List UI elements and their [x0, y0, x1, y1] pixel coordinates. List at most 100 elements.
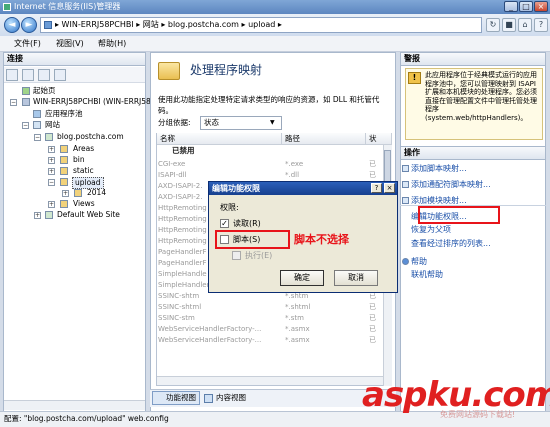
expand-server-icon[interactable]: − [10, 99, 17, 106]
grid-hscroll[interactable] [157, 376, 383, 385]
group-by-label: 分组依据: [158, 118, 191, 127]
action-help[interactable]: 帮助 [411, 256, 427, 267]
tree-item-site[interactable]: blog.postcha.com [57, 132, 124, 142]
row-path: *.shtml [285, 303, 311, 311]
column-name[interactable]: 名称 [157, 133, 282, 145]
refresh-icon[interactable]: ↻ [486, 18, 500, 32]
expand-areas-icon[interactable]: + [48, 146, 55, 153]
cancel-button[interactable]: 取消 [334, 270, 378, 286]
highlight-script [215, 230, 290, 249]
save-icon[interactable] [22, 69, 34, 81]
row-path: *.stm [285, 314, 304, 322]
expand-upload-icon[interactable]: − [48, 179, 55, 186]
alerts-title: 警报 [400, 52, 546, 66]
row-state: 已 [369, 171, 376, 179]
folder-icon [74, 189, 82, 197]
forward-button[interactable]: ► [21, 17, 37, 33]
dialog-help-button[interactable]: ? [371, 183, 382, 193]
folder-icon [60, 200, 68, 208]
globe-icon[interactable] [6, 69, 18, 81]
row-name: CGI-exe [158, 160, 186, 168]
row-name: WebServiceHandlerFactory-... [158, 336, 262, 344]
expand-static-icon[interactable]: + [48, 168, 55, 175]
add-icon [402, 197, 409, 204]
dialog-close-button[interactable]: × [384, 183, 395, 193]
expand-site-icon[interactable]: − [34, 134, 41, 141]
connections-title: 连接 [3, 52, 146, 66]
connect-icon[interactable] [38, 69, 50, 81]
warning-icon: ! [408, 72, 421, 84]
tree-item-views[interactable]: Views [73, 199, 95, 209]
group-header: 已禁用 [172, 146, 195, 155]
table-row[interactable]: WebServiceHandlerFactory-... *.asmx 已 [158, 324, 382, 335]
tree-item-sites[interactable]: 网站 [45, 120, 60, 130]
menu-help[interactable]: 帮助(H) [98, 38, 126, 50]
alert-text: 此应用程序位于经典模式运行的应用程序池中，您可以管理映射到 ISAPI 扩展和本… [425, 71, 537, 122]
tree-item-start[interactable]: 起始页 [33, 86, 56, 96]
close-button[interactable]: × [534, 1, 548, 12]
action-add-script-map[interactable]: 添加脚本映射... [411, 163, 467, 174]
tree-item-static[interactable]: static [73, 166, 94, 176]
help-circle-icon [402, 258, 409, 265]
execute-checkbox[interactable] [232, 251, 241, 260]
menu-file[interactable]: 文件(F) [14, 38, 41, 50]
add-icon [402, 165, 409, 172]
action-online-help[interactable]: 联机帮助 [411, 269, 443, 280]
table-row[interactable]: SSINC-stm *.stm 已 [158, 313, 382, 324]
tree-item-server[interactable]: WIN-ERRJ58PCHBI (WIN-ERRJ58 [33, 97, 151, 107]
table-row[interactable]: CGI-exe *.exe 已 [158, 159, 382, 170]
watermark-logo: aspku.com [362, 375, 550, 415]
column-state[interactable]: 状 [366, 133, 392, 145]
expand-bin-icon[interactable]: + [48, 157, 55, 164]
help-icon[interactable]: ? [534, 18, 548, 32]
start-page-icon [22, 87, 30, 95]
tree-item-app-pools[interactable]: 应用程序池 [45, 109, 83, 119]
action-revert-to-parent[interactable]: 恢复为父项 [411, 224, 451, 235]
row-name: ISAPI-dll [158, 171, 187, 179]
chevron-down-icon[interactable]: ▼ [270, 118, 275, 128]
page-description: 使用此功能指定处理特定请求类型的响应的资源，如 DLL 和托管代码。 [158, 95, 380, 115]
read-label: 读取(R) [233, 219, 261, 228]
row-path: *.asmx [285, 325, 310, 333]
table-row[interactable]: WebServiceHandlerFactory-... *.asmx 已 [158, 335, 382, 346]
tree-item-bin[interactable]: bin [73, 155, 85, 165]
execute-label: 执行(E) [245, 251, 273, 260]
sites-icon [33, 121, 41, 129]
handler-mappings-icon [158, 62, 180, 80]
row-state: 已 [369, 160, 376, 168]
tree-item-2014[interactable]: 2014 [87, 188, 106, 198]
status-text: 配置: "blog.postcha.com/upload" web.config [4, 414, 169, 423]
group-by-value: 状态 [204, 118, 219, 127]
window-title-bar: Internet 信息服务(IIS)管理器 [0, 0, 550, 14]
expand-2014-icon[interactable]: + [62, 190, 69, 197]
tab-features-view[interactable]: 功能视图 [152, 391, 200, 405]
highlight-edit-permissions [418, 206, 500, 224]
window-title: Internet 信息服务(IIS)管理器 [14, 2, 121, 11]
stop-icon[interactable]: ■ [502, 18, 516, 32]
address-path: ▸ WIN-ERRJ58PCHBI ▸ 网站 ▸ blog.postcha.co… [55, 20, 282, 29]
maximize-button[interactable]: □ [519, 1, 533, 12]
connect-icon-2[interactable] [54, 69, 66, 81]
table-row[interactable]: SSINC-shtml *.shtml 已 [158, 302, 382, 313]
tree-item-default-site[interactable]: Default Web Site [57, 210, 120, 220]
folder-icon [60, 167, 68, 175]
expand-views-icon[interactable]: + [48, 201, 55, 208]
menu-view[interactable]: 视图(V) [56, 38, 84, 50]
column-path[interactable]: 路径 [282, 133, 366, 145]
expand-default-site-icon[interactable]: + [34, 212, 41, 219]
expand-sites-icon[interactable]: − [22, 122, 29, 129]
tab-content-view[interactable]: 内容视图 [202, 391, 250, 405]
action-view-ordered-list[interactable]: 查看经过排序的列表... [411, 238, 491, 249]
back-button[interactable]: ◄ [4, 17, 20, 33]
tree-item-areas[interactable]: Areas [73, 144, 94, 154]
address-input[interactable]: ▸ WIN-ERRJ58PCHBI ▸ 网站 ▸ blog.postcha.co… [40, 17, 482, 33]
read-checkbox[interactable]: ✓ [220, 219, 229, 228]
minimize-button[interactable]: _ [504, 1, 518, 12]
table-row[interactable]: ISAPI-dll *.dll 已 [158, 170, 382, 181]
action-add-wildcard-map[interactable]: 添加通配符脚本映射... [411, 179, 491, 190]
ok-button[interactable]: 确定 [280, 270, 324, 286]
home-icon[interactable]: ⌂ [518, 18, 532, 32]
website-icon [45, 133, 53, 141]
actions-title: 操作 [400, 146, 546, 160]
connections-hscroll[interactable] [4, 400, 145, 410]
